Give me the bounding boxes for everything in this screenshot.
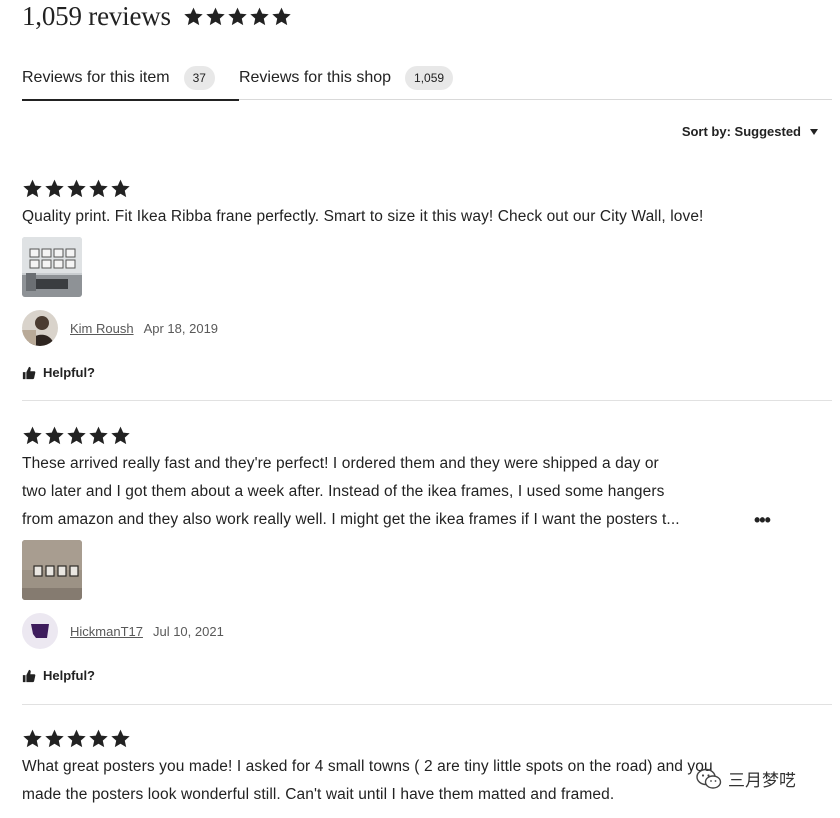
review-photo[interactable] [22,237,82,297]
tab-label: Reviews for this item [22,69,170,86]
star-icon [66,178,87,199]
tab-count-badge: 37 [183,66,215,90]
watermark-text: 三月梦呓 [728,771,796,790]
avatar[interactable] [22,613,58,649]
review-rating-stars [22,728,832,749]
avatar[interactable] [22,310,58,346]
review-text: Quality print. Fit Ikea Ribba frane perf… [22,203,832,231]
reviewer-name-link[interactable]: Kim Roush [70,321,134,336]
review-text-line: These arrived really fast and they're pe… [22,455,659,472]
sort-label: Sort by: Suggested [681,124,801,139]
star-icon [44,425,65,446]
review-text-line: two later and I got them about a week af… [22,483,665,500]
star-icon [249,6,270,27]
caret-down-icon [810,128,818,135]
review-item: Quality print. Fit Ikea Ribba frane perf… [22,178,832,380]
wechat-icon [696,768,722,789]
reviewer-name-link[interactable]: HickmanT17 [70,624,143,639]
star-icon [66,728,87,749]
star-icon [227,6,248,27]
thumbs-up-icon [22,669,36,682]
review-text-line: Quality print. Fit Ikea Ribba frane perf… [22,208,704,225]
helpful-button[interactable]: Helpful? [22,365,832,380]
tab-count-badge: 1,059 [405,66,454,90]
review-divider [22,400,832,401]
star-icon [44,178,65,199]
reviews-header: 1,059 reviews [22,0,292,32]
star-icon [22,178,43,199]
star-icon [110,728,131,749]
star-icon [271,6,292,27]
star-icon [22,425,43,446]
review-text: These arrived really fast and they're pe… [22,450,747,534]
star-icon [183,6,204,27]
star-icon [110,178,131,199]
review-count-title: 1,059 reviews [22,0,171,31]
helpful-label: Helpful? [43,365,95,380]
reviewer-info: Kim Roush Apr 18, 2019 [22,310,832,346]
star-icon [205,6,226,27]
star-icon [110,425,131,446]
helpful-button[interactable]: Helpful? [22,668,832,683]
watermark: 三月梦呓 [696,766,796,791]
tab-reviews-item[interactable]: Reviews for this item 37 [22,56,239,101]
tab-reviews-shop[interactable]: Reviews for this shop 1,059 [239,56,477,100]
review-rating-stars [22,178,832,199]
more-icon[interactable]: ••• [754,510,771,531]
review-date: Apr 18, 2019 [143,320,219,336]
sort-dropdown[interactable]: Sort by: Suggested [682,124,818,139]
header-rating-stars [183,6,292,27]
review-photo[interactable] [22,540,82,600]
review-item: These arrived really fast and they're pe… [22,425,832,683]
thumbs-up-icon [22,366,36,379]
helpful-label: Helpful? [43,668,95,683]
tab-label: Reviews for this shop [238,69,392,86]
review-divider [22,704,832,705]
review-rating-stars [22,425,832,446]
star-icon [88,728,109,749]
reviewer-info: HickmanT17 Jul 10, 2021 [22,613,832,649]
review-tabs: Reviews for this item 37 Reviews for thi… [22,56,832,101]
star-icon [44,728,65,749]
star-icon [66,425,87,446]
review-date: Jul 10, 2021 [152,623,224,639]
review-text-line: from amazon and they also work really we… [22,511,680,528]
star-icon [88,178,109,199]
star-icon [88,425,109,446]
star-icon [22,728,43,749]
